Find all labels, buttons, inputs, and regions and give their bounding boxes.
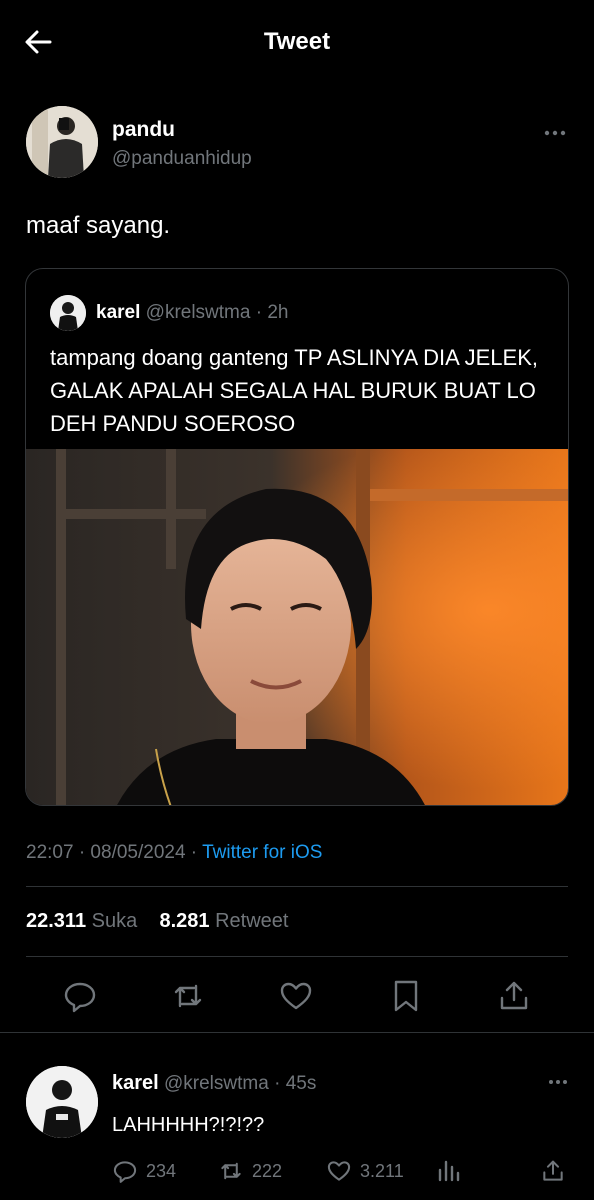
like-button[interactable] [278, 978, 314, 1014]
retweet-icon [221, 1162, 241, 1180]
reply-avatar-image [26, 1066, 98, 1138]
reply-like-button[interactable]: 3.211 [326, 1156, 404, 1186]
quoted-meta: karel @krelswtma · 2h [96, 302, 288, 324]
author-name[interactable]: pandu [112, 118, 175, 142]
like-icon [327, 1161, 351, 1181]
quoted-avatar [50, 295, 86, 331]
divider [0, 1032, 594, 1033]
tweet-source-link[interactable]: Twitter for iOS [202, 842, 322, 863]
reply-action-bar: 234 222 3.211 [0, 1156, 594, 1186]
reply-time: 45s [285, 1073, 317, 1094]
author-handle[interactable]: @panduanhidup [112, 148, 252, 170]
quoted-time: 2h [267, 302, 289, 323]
timestamp-text: 22:07 · 08/05/2024 · [26, 842, 203, 863]
ellipsis-icon [549, 1080, 567, 1084]
divider [26, 886, 568, 887]
portrait-photo [26, 449, 568, 805]
retweets-count[interactable]: 8.281 [159, 910, 209, 932]
quoted-separator: · [250, 302, 268, 323]
reply-icon [113, 1161, 137, 1183]
avatar-image [26, 106, 98, 178]
quoted-author-name: karel [96, 302, 141, 323]
analytics-icon [438, 1160, 460, 1182]
quoted-author-handle: @krelswtma [145, 302, 251, 323]
reply-views-button[interactable] [436, 1156, 470, 1186]
reply-more-button[interactable] [548, 1072, 568, 1090]
reply-avatar[interactable] [26, 1066, 98, 1138]
bookmark-icon [394, 980, 418, 1012]
share-icon [543, 1160, 563, 1181]
reply-retweet-button[interactable]: 222 [218, 1156, 282, 1186]
reply-count: 234 [146, 1160, 177, 1181]
quoted-photo[interactable] [26, 449, 568, 805]
bookmark-button[interactable] [388, 978, 424, 1014]
ellipsis-icon [544, 130, 566, 136]
top-bar: Tweet [0, 0, 594, 84]
tweet-timestamp: 22:07 · 08/05/2024 · Twitter for iOS [26, 842, 322, 864]
reply-author-handle[interactable]: @krelswtma [164, 1073, 269, 1094]
share-button[interactable] [496, 978, 532, 1014]
tweet-author: pandu @panduanhidup [26, 106, 566, 180]
retweet-count: 222 [252, 1160, 283, 1181]
tweet-stats: 22.311 Suka 8.281 Retweet [26, 910, 288, 933]
reply-button[interactable] [62, 978, 98, 1014]
retweets-label[interactable]: Retweet [215, 910, 288, 932]
more-options-button[interactable] [544, 120, 566, 141]
tweet-action-bar [0, 972, 594, 1022]
reply-icon [64, 982, 96, 1013]
reply-tweet[interactable]: karel @krelswtma · 45s LAHHHHH?!?!?? 234… [0, 1050, 594, 1200]
reply-author-name[interactable]: karel [112, 1072, 159, 1094]
likes-count[interactable]: 22.311 [26, 910, 86, 932]
retweet-button[interactable] [170, 978, 206, 1014]
retweet-icon [174, 984, 202, 1008]
quoted-tweet[interactable]: karel @krelswtma · 2h tampang doang gant… [25, 268, 569, 806]
quoted-text: tampang doang ganteng TP ASLINYA DIA JEL… [50, 345, 539, 436]
reply-reply-button[interactable]: 234 [112, 1156, 176, 1186]
reply-share-button[interactable] [540, 1156, 574, 1186]
reply-text: LAHHHHH?!?!?? [112, 1114, 265, 1136]
like-count: 3.211 [360, 1160, 404, 1181]
share-icon [500, 981, 528, 1010]
likes-label[interactable]: Suka [92, 910, 138, 932]
reply-separator: · [268, 1073, 286, 1094]
reply-meta: karel @krelswtma · 45s [112, 1072, 316, 1095]
like-icon [280, 982, 312, 1010]
avatar[interactable] [26, 106, 98, 178]
page-title: Tweet [263, 28, 331, 55]
tweet-text: maaf sayang. [26, 212, 171, 239]
divider [26, 956, 568, 957]
